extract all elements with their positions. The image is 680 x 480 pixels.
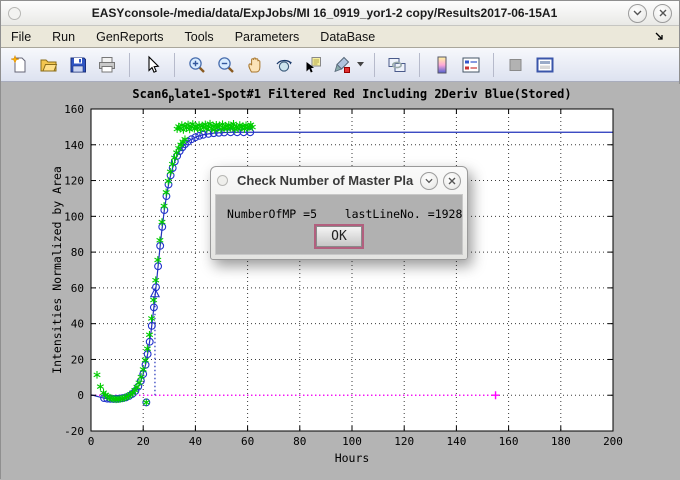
dialog-close-button[interactable] — [443, 172, 461, 190]
plot-axes: 0 20 40 60 80 100 120 140 160 180 200 -20 0 20 40 60 80 1… — [1, 84, 680, 480]
menu-bar: File Run GenReports Tools Parameters Dat… — [1, 26, 679, 48]
x-tick-label: 140 — [446, 435, 466, 448]
x-axis-label: Hours — [335, 451, 370, 465]
close-icon — [659, 9, 667, 17]
check-master-plates-dialog[interactable]: Check Number of Master Pla NumberOfMP =5… — [210, 166, 468, 260]
y-tick-label: -20 — [64, 425, 84, 438]
x-tick-label: 80 — [293, 435, 306, 448]
y-tick-label: 0 — [77, 389, 84, 402]
menu-item-tools[interactable]: Tools — [185, 30, 214, 44]
toolbar-separator — [419, 53, 420, 77]
dialog-titlebar[interactable]: Check Number of Master Pla — [211, 167, 467, 194]
y-tick-label: 40 — [71, 318, 84, 331]
dialog-shade-button[interactable] — [420, 172, 438, 190]
chevron-down-icon — [633, 10, 642, 16]
y-tick-label: 160 — [64, 103, 84, 116]
shade-button[interactable] — [628, 4, 647, 23]
toolbar-separator — [374, 53, 375, 77]
dialog-message: NumberOfMP =5 lastLineNo. =1928 — [227, 207, 462, 221]
window-menu-icon[interactable] — [8, 7, 21, 20]
save-button[interactable] — [66, 53, 90, 77]
y-tick-label: 140 — [64, 139, 84, 152]
edit-plot-pointer-icon — [142, 55, 162, 75]
x-tick-label: 180 — [551, 435, 571, 448]
dialog-content: NumberOfMP =5 lastLineNo. =1928 OK — [215, 194, 463, 255]
toolbar-separator — [493, 53, 494, 77]
x-tick-label: 200 — [603, 435, 623, 448]
figure-canvas: 0 20 40 60 80 100 120 140 160 180 200 -20 0 20 40 60 80 1… — [1, 84, 680, 480]
hide-plot-tools-icon — [506, 55, 526, 75]
print-button[interactable] — [95, 53, 119, 77]
x-tick-label: 20 — [137, 435, 150, 448]
close-icon — [448, 177, 456, 185]
y-tick-label: 60 — [71, 282, 84, 295]
brush-data-icon — [332, 55, 352, 75]
menu-item-genreports[interactable]: GenReports — [96, 30, 163, 44]
figure-toolbar — [1, 48, 679, 82]
zoom-out-icon — [216, 55, 236, 75]
open-file-button[interactable] — [37, 53, 61, 77]
toolbar-separator — [174, 53, 175, 77]
show-plot-tools-dock-button[interactable] — [533, 53, 557, 77]
dialog-menu-icon[interactable] — [217, 175, 228, 186]
link-plot-button[interactable] — [385, 53, 409, 77]
show-plot-tools-dock-icon — [535, 55, 555, 75]
window-titlebar[interactable]: EASYconsole-/media/data/ExpJobs/MI 16_09… — [1, 1, 679, 26]
window-frame: EASYconsole-/media/data/ExpJobs/MI 16_09… — [0, 0, 680, 479]
data-cursor-icon — [303, 55, 323, 75]
menu-item-parameters[interactable]: Parameters — [235, 30, 300, 44]
x-tick-label: 120 — [394, 435, 414, 448]
insert-legend-button[interactable] — [459, 53, 483, 77]
menu-item-database[interactable]: DataBase — [320, 30, 375, 44]
zoom-in-icon — [187, 55, 207, 75]
y-tick-label: 100 — [64, 210, 84, 223]
menu-item-file[interactable]: File — [11, 30, 31, 44]
open-folder-icon — [39, 55, 59, 75]
close-button[interactable] — [653, 4, 672, 23]
new-file-icon — [10, 55, 30, 75]
pan-button[interactable] — [243, 53, 267, 77]
link-plot-icon — [387, 55, 407, 75]
ok-button[interactable]: OK — [316, 226, 362, 247]
edit-plot-button[interactable] — [140, 53, 164, 77]
save-icon — [68, 55, 88, 75]
y-tick-label: 80 — [71, 246, 84, 259]
insert-colorbar-button[interactable] — [430, 53, 454, 77]
rotate-3d-button[interactable] — [272, 53, 296, 77]
dialog-title: Check Number of Master Pla — [233, 173, 415, 188]
x-tick-label: 0 — [88, 435, 95, 448]
insert-colorbar-icon — [432, 55, 452, 75]
x-tick-label: 160 — [499, 435, 519, 448]
x-tick-label: 100 — [342, 435, 362, 448]
rotate-3d-icon — [274, 55, 294, 75]
menu-item-run[interactable]: Run — [52, 30, 75, 44]
data-cursor-button[interactable] — [301, 53, 325, 77]
y-tick-label: 20 — [71, 353, 84, 366]
dock-figure-arrow-icon[interactable] — [654, 31, 665, 42]
new-file-button[interactable] — [8, 53, 32, 77]
plot-title: Scan6plate1-Spot#1 Filtered Red Includin… — [132, 87, 571, 104]
x-tick-label: 40 — [189, 435, 202, 448]
print-icon — [97, 55, 117, 75]
y-axis-label: Intensities Normalized by Area — [50, 166, 64, 374]
pan-hand-icon — [245, 55, 265, 75]
x-tick-label: 60 — [241, 435, 254, 448]
brush-data-button[interactable] — [330, 53, 354, 77]
insert-legend-icon — [461, 55, 481, 75]
toolbar-separator — [129, 53, 130, 77]
hide-plot-tools-button[interactable] — [504, 53, 528, 77]
brush-dropdown-caret[interactable] — [357, 62, 364, 67]
y-tick-label: 120 — [64, 175, 84, 188]
zoom-out-button[interactable] — [214, 53, 238, 77]
window-title: EASYconsole-/media/data/ExpJobs/MI 16_09… — [27, 6, 622, 20]
zoom-in-button[interactable] — [185, 53, 209, 77]
chevron-down-icon — [425, 178, 433, 184]
